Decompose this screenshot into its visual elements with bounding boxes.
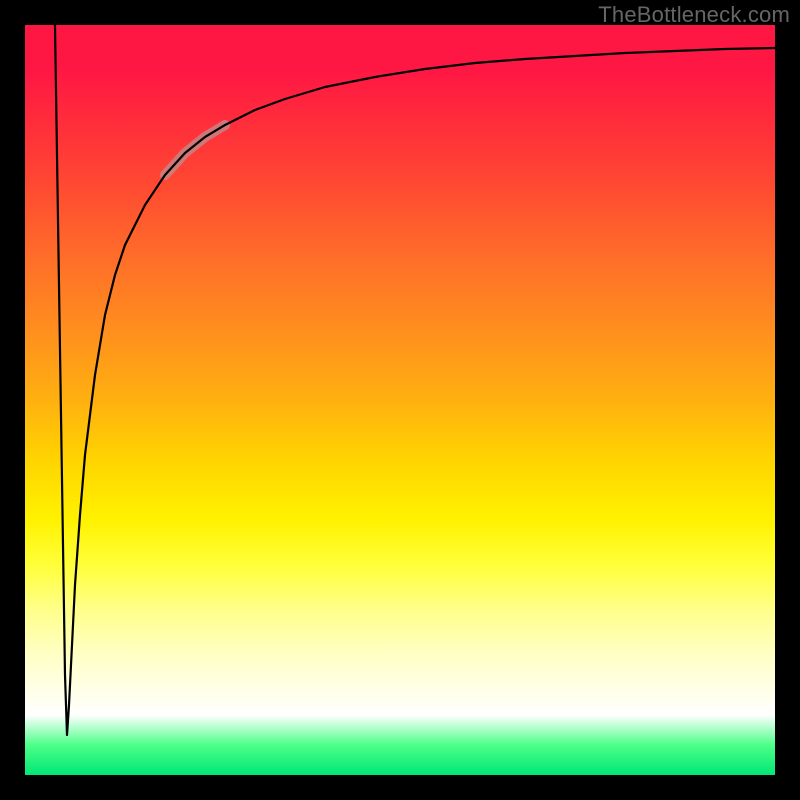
bottleneck-curve [55, 25, 775, 735]
highlight-segment [165, 125, 225, 175]
chart-frame: TheBottleneck.com [0, 0, 800, 800]
plot-area [25, 25, 775, 775]
curve-svg [25, 25, 775, 775]
